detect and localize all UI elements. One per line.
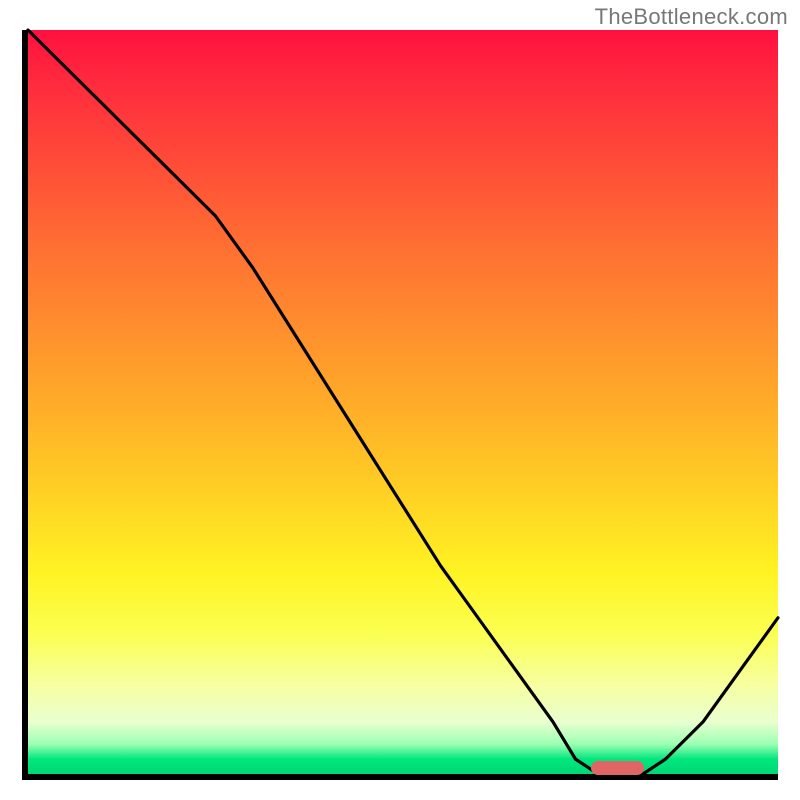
watermark-text: TheBottleneck.com bbox=[595, 4, 788, 30]
optimal-range-marker bbox=[591, 761, 644, 775]
bottleneck-curve bbox=[28, 30, 778, 774]
chart-frame bbox=[22, 30, 778, 780]
